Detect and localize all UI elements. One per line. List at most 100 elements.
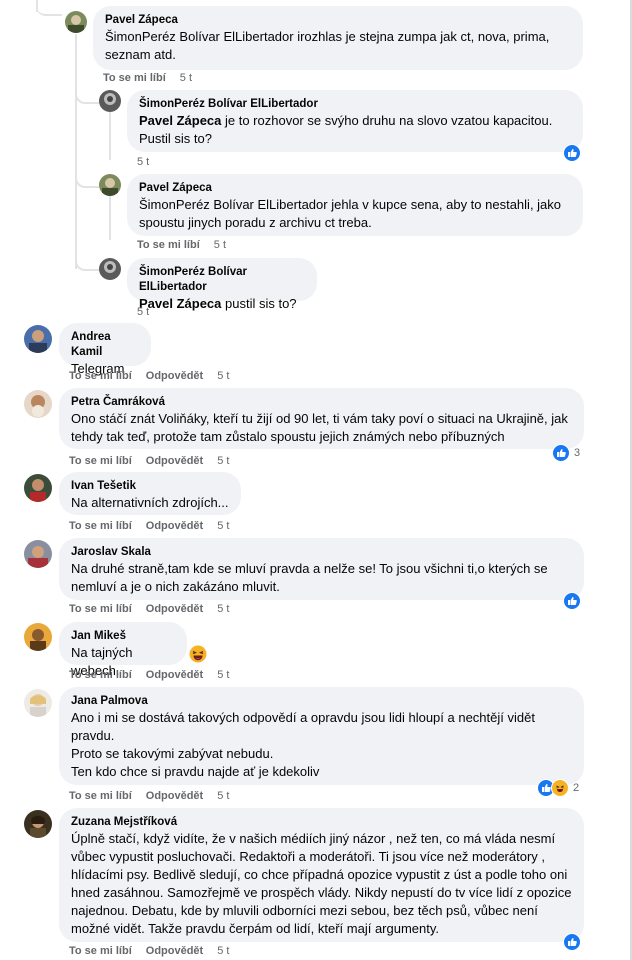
avatar[interactable] [99,90,121,112]
like-link[interactable]: To se mi líbí [69,945,132,957]
comment-text: Ono stáčí znát Voliňáky, kteří tu žijí o… [71,411,568,444]
comment-bubble: ŠimonPeréz Bolívar ElLibertador Pavel Zá… [127,90,583,152]
comment-author[interactable]: Jana Palmova [71,694,572,709]
reaction-summary[interactable]: 3 [552,444,580,462]
reply-link[interactable]: Odpovědět [146,520,203,532]
thread-connector [75,86,99,104]
comment-bubble: Jan Mikeš Na tajných webech. [59,622,187,678]
like-reaction-icon [563,144,581,162]
reply-link[interactable]: Odpovědět [146,455,203,467]
avatar[interactable] [24,390,52,418]
comment-author[interactable]: Pavel Zápeca [139,181,571,196]
comment-text: Na druhé straně,tam kde se mluví pravda … [71,561,548,594]
avatar[interactable] [99,258,121,280]
thread-line [75,34,77,74]
comment-text: Ano i mi se dostává takových odpovědí a … [71,710,535,743]
comment-actions: To se mi líbí Odpovědět 5 t [69,602,229,616]
comment-actions: To se mi líbí Odpovědět 5 t [69,944,229,958]
comment-actions: To se mi líbí Odpovědět 5 t [69,454,229,468]
thread-line [109,112,111,160]
laughing-emoji-icon [189,645,207,663]
avatar[interactable] [24,474,52,502]
comment-author[interactable]: ŠimonPeréz Bolívar ElLibertador [139,265,305,295]
reaction-count: 2 [573,782,580,794]
comment-time[interactable]: 5 t [137,156,149,168]
comment-time[interactable]: 5 t [217,790,229,802]
comment-text: Ten kdo chce si pravdu najde ať je kdeko… [71,764,320,779]
comment-time[interactable]: 5 t [214,239,226,251]
avatar[interactable] [24,810,52,838]
reaction-summary[interactable] [563,144,581,162]
comment-text: ŠimonPeréz Bolívar ElLibertador jehla v … [139,197,562,230]
comment-time[interactable]: 5 t [217,520,229,532]
comment-time[interactable]: 5 t [217,945,229,957]
comment-bubble: Petra Čamráková Ono stáčí znát Voliňáky,… [59,388,584,449]
reply-link[interactable]: Odpovědět [146,790,203,802]
comment-text: ŠimonPeréz Bolívar ElLibertador irozhlas… [105,29,550,62]
avatar[interactable] [24,689,52,717]
comment-time[interactable]: 5 t [217,455,229,467]
like-link[interactable]: To se mi líbí [69,455,132,467]
avatar[interactable] [24,623,52,651]
avatar[interactable] [99,174,121,196]
thread-connector [36,0,62,16]
mention-link[interactable]: Pavel Zápeca [139,296,221,311]
like-link[interactable]: To se mi líbí [69,520,132,532]
comment-time[interactable]: 5 t [217,669,229,681]
like-link[interactable]: To se mi líbí [69,370,132,382]
comment-author[interactable]: Andrea Kamil [71,330,139,360]
like-link[interactable]: To se mi líbí [69,669,132,681]
comment-time[interactable]: 5 t [217,603,229,615]
comment-bubble: Zuzana Mejstříková Úplně stačí, když vid… [59,808,584,942]
like-link[interactable]: To se mi líbí [103,72,166,84]
comment-bubble: Andrea Kamil Telegram [59,323,151,376]
comment-bubble: Pavel Zápeca ŠimonPeréz Bolívar ElLibert… [127,174,583,236]
reply-link[interactable]: Odpovědět [146,945,203,957]
reaction-summary[interactable]: 2 [537,779,579,797]
like-reaction-icon [563,592,581,610]
comment-actions: To se mi líbí Odpovědět 5 t [69,369,229,383]
avatar[interactable] [65,11,87,33]
like-link[interactable]: To se mi líbí [137,239,200,251]
comment-time[interactable]: 5 t [180,72,192,84]
comment-author[interactable]: Ivan Tešetik [71,479,229,494]
thread-line [109,196,111,240]
comment-actions: To se mi líbí 5 t [103,71,192,85]
comment-bubble: Jana Palmova Ano i mi se dostává takovýc… [59,687,584,785]
comment-actions: To se mi líbí Odpovědět 5 t [69,668,229,682]
comment-text: Úplně stačí, když vidíte, že v našich mé… [71,831,572,936]
avatar[interactable] [24,325,52,353]
like-link[interactable]: To se mi líbí [69,603,132,615]
comment-actions: To se mi líbí Odpovědět 5 t [69,519,229,533]
avatar[interactable] [24,540,52,568]
thread-connector [75,253,99,271]
comment-author[interactable]: Zuzana Mejstříková [71,815,572,830]
comment-bubble: Ivan Tešetik Na alternativních zdrojích.… [59,472,241,515]
like-reaction-icon [552,444,570,462]
comment-author[interactable]: Jaroslav Skala [71,545,572,560]
comment-time[interactable]: 5 t [217,370,229,382]
comment-text: Pavel Zápeca pustil sis to? [139,296,297,311]
reaction-count: 3 [574,447,581,459]
reply-link[interactable]: Odpovědět [146,370,203,382]
comment-author[interactable]: Jan Mikeš [71,629,175,644]
like-reaction-icon [563,933,581,951]
comment-bubble: Pavel Zápeca ŠimonPeréz Bolívar ElLibert… [93,6,583,70]
reply-link[interactable]: Odpovědět [146,669,203,681]
reply-link[interactable]: Odpovědět [146,603,203,615]
reaction-summary[interactable] [563,933,581,951]
like-link[interactable]: To se mi líbí [69,790,132,802]
comment-time[interactable]: 5 t [137,306,149,318]
comment-actions: 5 t [137,305,149,319]
mention-link[interactable]: Pavel Zápeca [139,113,221,128]
comment-author[interactable]: ŠimonPeréz Bolívar ElLibertador [139,97,571,112]
comment-author[interactable]: Petra Čamráková [71,395,572,410]
haha-reaction-icon [551,779,569,797]
comment-bubble: ŠimonPeréz Bolívar ElLibertador Pavel Zá… [127,258,317,311]
comment-author[interactable]: Pavel Zápeca [105,13,571,28]
comment-actions: To se mi líbí Odpovědět 5 t [69,789,229,803]
comment-actions: 5 t [137,155,149,169]
reaction-summary[interactable] [563,592,581,610]
comment-text: Pavel Zápeca je to rozhovor se svýho dru… [139,113,553,146]
comment-text: Na alternativních zdrojích... [71,495,229,510]
